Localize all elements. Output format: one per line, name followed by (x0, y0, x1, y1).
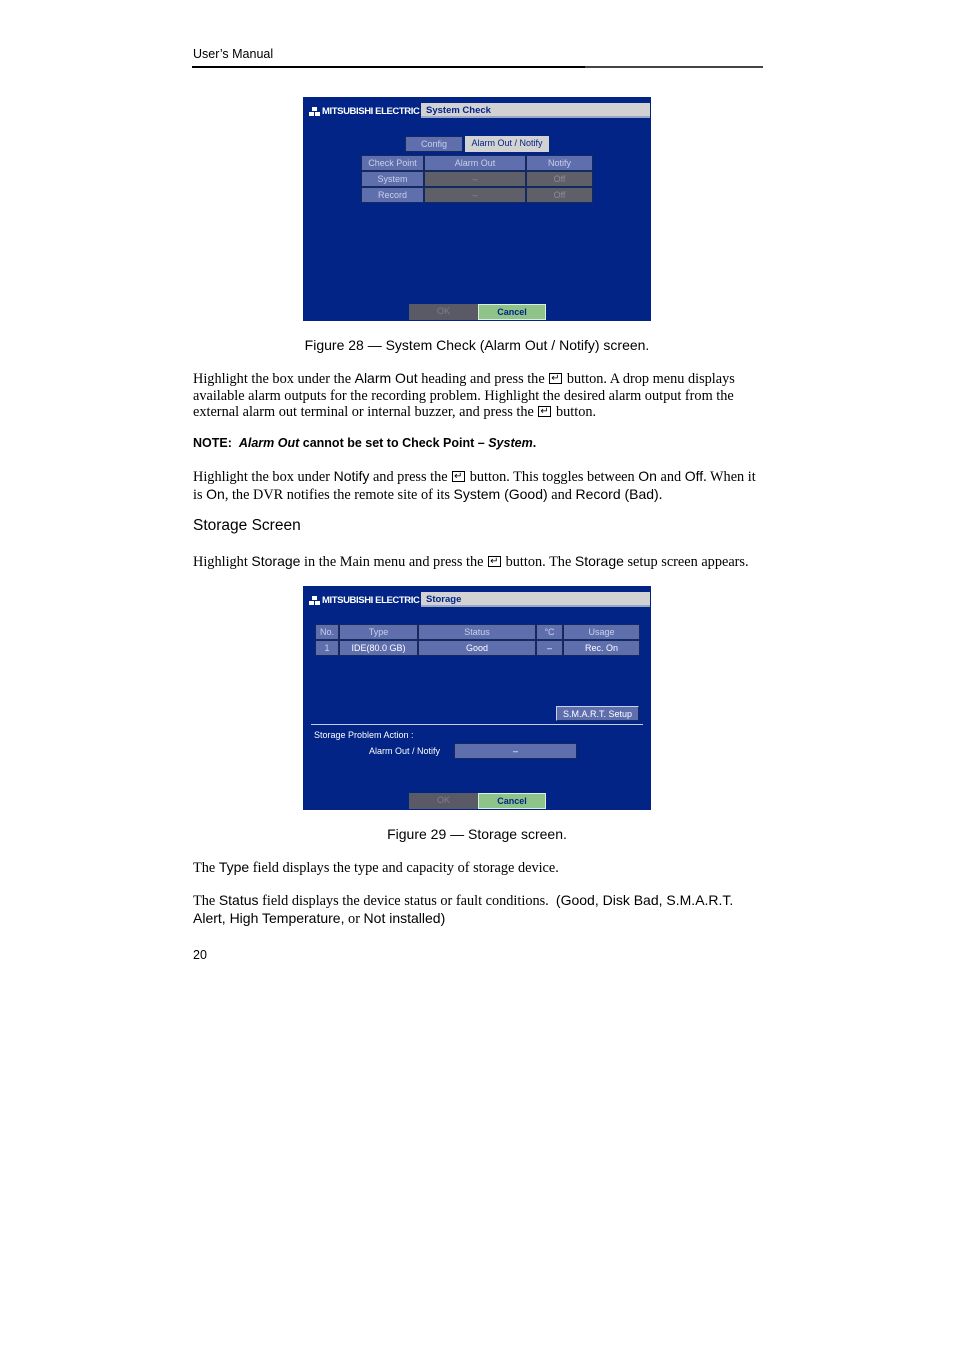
figure-29-caption: Figure 29 — Storage screen. (387, 826, 567, 842)
row-label-system: System (361, 171, 424, 187)
column-header-type: Type (339, 624, 418, 640)
keyword: Type (218, 859, 250, 875)
text: in the Main menu and press the (300, 554, 488, 570)
divider (311, 724, 643, 725)
enter-key-icon (488, 554, 502, 571)
alarm-notify-label: Alarm Out / Notify (369, 746, 441, 756)
paragraph-storage-intro: Highlight Storage in the Main menu and p… (193, 553, 768, 571)
storage-usage-cell[interactable]: Rec. On (563, 640, 640, 656)
keyword: Storage (251, 553, 301, 569)
note: NOTE: Alarm Out cannot be set to Check P… (193, 436, 536, 450)
storage-status-cell: Good (418, 640, 536, 656)
keyword: Off (684, 468, 704, 484)
system-check-screen: MITSUBISHI ELECTRIC System Check Config … (303, 97, 651, 321)
ok-button[interactable]: OK (409, 793, 478, 809)
storage-type-cell: IDE(80.0 GB) (339, 640, 418, 656)
text: or (344, 910, 364, 927)
keyword: Storage (574, 553, 624, 569)
text: The (193, 860, 219, 876)
mitsubishi-logo-icon (309, 107, 320, 116)
cancel-button[interactable]: Cancel (478, 793, 546, 809)
brand-logo: MITSUBISHI ELECTRIC (309, 106, 420, 117)
paragraph-notify: Highlight the box under Notify and press… (193, 468, 768, 503)
paragraph-status-field: The Status field displays the device sta… (193, 892, 768, 927)
brand-name: MITSUBISHI ELECTRIC (322, 106, 420, 117)
keyword: System (Good) (453, 485, 548, 502)
column-header-alarm-out: Alarm Out (424, 155, 526, 171)
text: , the DVR notifies the remote site of it… (224, 486, 454, 503)
text: . (532, 436, 537, 450)
note-prefix: NOTE: (193, 436, 239, 450)
cancel-button[interactable]: Cancel (478, 304, 546, 320)
keyword: Status (218, 892, 259, 908)
keyword: Alarm Out (354, 370, 418, 386)
text: field displays the type and capacity of … (249, 860, 559, 876)
text: button. The (502, 554, 575, 570)
running-header: User’s Manual (193, 47, 274, 61)
brand-logo: MITSUBISHI ELECTRIC (309, 595, 420, 606)
enter-key-icon (549, 371, 563, 388)
paragraph-type-field: The Type field displays the type and cap… (193, 859, 768, 877)
text: . (658, 486, 663, 503)
keyword: On (206, 485, 225, 502)
text: button. This toggles between (466, 469, 639, 485)
text: field displays the device status or faul… (258, 893, 556, 909)
keyword: Notify (333, 468, 370, 484)
page-number: 20 (193, 948, 207, 962)
brand-name: MITSUBISHI ELECTRIC (322, 595, 420, 606)
text: and press the (369, 469, 452, 485)
tab-alarm-out-notify[interactable]: Alarm Out / Notify (463, 136, 549, 152)
section-heading: Storage Screen (193, 517, 301, 534)
column-header-notify: Notify (526, 155, 593, 171)
text: Highlight (193, 554, 252, 570)
text: Highlight the box under (193, 469, 334, 485)
column-header-status: Status (418, 624, 536, 640)
mitsubishi-logo-icon (309, 596, 320, 605)
keyword: Record (Bad) (575, 485, 659, 502)
column-header-temperature: °C (536, 624, 563, 640)
storage-no-cell: 1 (315, 640, 339, 656)
smart-setup-button[interactable]: S.M.A.R.T. Setup (556, 706, 639, 721)
text: Highlight the box under the (193, 371, 355, 387)
tab-config[interactable]: Config (405, 136, 463, 152)
storage-problem-action-label: Storage Problem Action : (314, 730, 414, 740)
figure-28-caption: Figure 28 — System Check (Alarm Out / No… (304, 337, 650, 353)
notify-cell-system[interactable]: Off (526, 171, 593, 187)
row-label-record: Record (361, 187, 424, 203)
ok-button[interactable]: OK (409, 304, 478, 320)
notify-cell-record[interactable]: Off (526, 187, 593, 203)
alarm-out-cell-record[interactable]: – (424, 187, 526, 203)
screen-title: Storage (421, 592, 650, 607)
text: and (547, 486, 576, 503)
storage-temperature-cell: – (536, 640, 563, 656)
keyword: Not installed) (363, 909, 446, 926)
text: setup screen appears. (623, 554, 749, 570)
text: and (656, 469, 685, 485)
note-keyword: Alarm Out (238, 436, 300, 450)
keyword: On (638, 468, 657, 484)
enter-key-icon (538, 404, 552, 421)
note-keyword: System (488, 436, 533, 450)
text: cannot be set to Check Point – (299, 436, 489, 450)
text: button. (552, 404, 597, 421)
paragraph-alarm-out: Highlight the box under the Alarm Out he… (193, 370, 768, 421)
storage-screen: MITSUBISHI ELECTRIC Storage No. Type Sta… (303, 586, 651, 810)
enter-key-icon (452, 469, 466, 486)
text: heading and press the (417, 371, 549, 387)
column-header-check-point: Check Point (361, 155, 424, 171)
alarm-out-cell-system[interactable]: – (424, 171, 526, 187)
column-header-no: No. (315, 624, 339, 640)
text: The (193, 893, 219, 909)
column-header-usage: Usage (563, 624, 640, 640)
screen-title: System Check (421, 103, 650, 118)
alarm-notify-field[interactable]: – (454, 743, 577, 759)
header-rule-end (585, 66, 763, 68)
